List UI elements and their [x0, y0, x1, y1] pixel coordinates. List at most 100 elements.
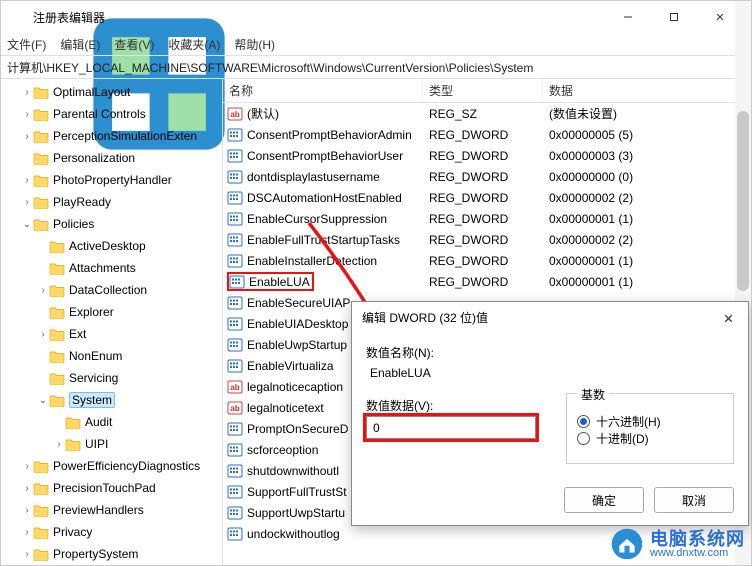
folder-icon — [65, 415, 81, 429]
chevron-right-icon[interactable]: › — [37, 285, 49, 296]
value-name: EnableSecureUIAP — [247, 296, 350, 310]
tree-item[interactable]: ·NonEnum — [1, 345, 222, 367]
folder-icon — [49, 393, 65, 407]
menu-item[interactable]: 帮助(H) — [234, 36, 275, 53]
value-data: 0x00000002 (2) — [543, 191, 751, 205]
tree-item[interactable]: ›OptimalLayout — [1, 81, 222, 103]
tree-item[interactable]: ›PhotoPropertyHandler — [1, 169, 222, 191]
list-header: 名称 类型 数据 — [223, 79, 751, 103]
tree-item[interactable]: ·ActiveDesktop — [1, 235, 222, 257]
chevron-right-icon[interactable]: › — [21, 197, 33, 208]
cancel-button[interactable]: 取消 — [654, 487, 734, 513]
value-row[interactable]: EnableInstallerDetectionREG_DWORD0x00000… — [223, 250, 751, 271]
col-name[interactable]: 名称 — [223, 79, 423, 102]
tree-item[interactable]: · Personalization — [1, 147, 222, 169]
chevron-right-icon[interactable]: › — [21, 483, 33, 494]
folder-icon — [33, 481, 49, 495]
tree-label: Personalization — [53, 151, 135, 165]
chevron-right-icon[interactable]: › — [53, 439, 65, 450]
tree-item[interactable]: ·Servicing — [1, 367, 222, 389]
value-row[interactable]: EnableCursorSuppressionREG_DWORD0x000000… — [223, 208, 751, 229]
tree-item[interactable]: ⌄ System — [1, 389, 222, 411]
chevron-right-icon[interactable]: › — [21, 87, 33, 98]
tree-label: ActiveDesktop — [69, 239, 146, 253]
string-value-icon — [227, 106, 243, 122]
value-name: DSCAutomationHostEnabled — [247, 191, 402, 205]
menu-item[interactable]: 编辑(E) — [60, 36, 100, 53]
tree-label: DataCollection — [69, 283, 147, 297]
tree-item[interactable]: ·Explorer — [1, 301, 222, 323]
value-row[interactable]: undockwithoutlog — [223, 523, 751, 544]
radio-dec[interactable]: 十进制(D) — [577, 430, 723, 447]
dword-value-icon — [227, 484, 243, 500]
value-name: EnableInstallerDetection — [247, 254, 377, 268]
value-name: ConsentPromptBehaviorAdmin — [247, 128, 412, 142]
col-data[interactable]: 数据 — [543, 79, 751, 102]
chevron-right-icon[interactable]: › — [37, 329, 49, 340]
chevron-right-icon: · — [37, 307, 49, 318]
tree-item[interactable]: ›PreviewHandlers — [1, 499, 222, 521]
value-data: 0x00000005 (5) — [543, 128, 751, 142]
value-row[interactable]: ConsentPromptBehaviorAdmin REG_DWORD0x000… — [223, 124, 751, 145]
chevron-right-icon[interactable]: › — [21, 131, 33, 142]
chevron-down-icon[interactable]: ⌄ — [21, 219, 33, 230]
tree-item[interactable]: › PerceptionSimulationExten — [1, 125, 222, 147]
tree-item[interactable]: ›PowerEfficiencyDiagnostics — [1, 455, 222, 477]
tree-item[interactable]: ›PlayReady — [1, 191, 222, 213]
value-data: 0x00000001 (1) — [543, 212, 751, 226]
radio-hex[interactable]: 十六进制(H) — [577, 413, 723, 430]
dword-value-icon — [227, 127, 243, 143]
name-label: 数值名称(N): — [366, 344, 734, 361]
data-field[interactable] — [366, 416, 536, 439]
value-name: EnableUIADesktop — [247, 317, 348, 331]
tree-label: PerceptionSimulationExten — [53, 129, 197, 143]
chevron-right-icon[interactable]: › — [21, 175, 33, 186]
tree-label: System — [69, 392, 115, 408]
menu-item[interactable]: 查看(V) — [114, 36, 154, 53]
value-row[interactable]: dontdisplaylastusernameREG_DWORD0x000000… — [223, 166, 751, 187]
dialog-close-button[interactable] — [716, 308, 740, 328]
dword-value-icon — [227, 463, 243, 479]
annotation-highlight: EnableLUA — [227, 272, 314, 291]
tree-pane[interactable]: ›OptimalLayout›Parental Controls›Percept… — [1, 79, 223, 565]
menu-item[interactable]: 收藏夹(A) — [168, 36, 220, 53]
chevron-right-icon[interactable]: › — [21, 109, 33, 120]
value-name: ConsentPromptBehaviorUser — [247, 149, 403, 163]
value-data: 0x00000001 (1) — [543, 254, 751, 268]
value-data: 0x00000003 (3) — [543, 149, 751, 163]
value-name: shutdownwithoutl — [247, 464, 339, 478]
value-row[interactable]: EnableLUAREG_DWORD0x00000001 (1) — [223, 271, 751, 292]
tree-item[interactable]: ›Ext — [1, 323, 222, 345]
value-row[interactable]: ConsentPromptBehaviorUserREG_DWORD0x0000… — [223, 145, 751, 166]
value-row[interactable]: (默认)REG_SZ(数值未设置) — [223, 103, 751, 124]
tree-item[interactable]: ›PropertySystem — [1, 543, 222, 565]
tree-item[interactable]: › DataCollection — [1, 279, 222, 301]
col-type[interactable]: 类型 — [423, 79, 543, 102]
tree-item[interactable]: ›PrecisionTouchPad — [1, 477, 222, 499]
menu-item[interactable]: 文件(F) — [7, 36, 46, 53]
chevron-right-icon[interactable]: › — [21, 461, 33, 472]
value-type: REG_DWORD — [423, 128, 543, 142]
tree-item[interactable]: ›Privacy — [1, 521, 222, 543]
tree-item[interactable]: ›UIPI — [1, 433, 222, 455]
tree-item[interactable]: ·Audit — [1, 411, 222, 433]
app-icon — [9, 9, 25, 25]
maximize-button[interactable] — [651, 1, 697, 33]
tree-item[interactable]: ·Attachments — [1, 257, 222, 279]
value-row[interactable]: DSCAutomationHostEnabledREG_DWORD0x00000… — [223, 187, 751, 208]
tree-item[interactable]: ›Parental Controls — [1, 103, 222, 125]
name-field[interactable] — [366, 363, 606, 383]
chevron-right-icon: · — [37, 263, 49, 274]
chevron-right-icon: · — [21, 153, 33, 164]
tree-item[interactable]: ⌄Policies — [1, 213, 222, 235]
dword-value-icon — [227, 148, 243, 164]
ok-button[interactable]: 确定 — [564, 487, 644, 513]
chevron-right-icon[interactable]: › — [21, 549, 33, 560]
chevron-down-icon[interactable]: ⌄ — [37, 395, 49, 406]
address-bar[interactable]: 计算机\HKEY_LOCAL_MACHINE\SOFTWARE\Microsof… — [1, 55, 751, 79]
chevron-right-icon[interactable]: › — [21, 505, 33, 516]
minimize-button[interactable] — [605, 1, 651, 33]
value-name: EnableFullTrustStartupTasks — [247, 233, 400, 247]
value-row[interactable]: EnableFullTrustStartupTasksREG_DWORD0x00… — [223, 229, 751, 250]
chevron-right-icon[interactable]: › — [21, 527, 33, 538]
